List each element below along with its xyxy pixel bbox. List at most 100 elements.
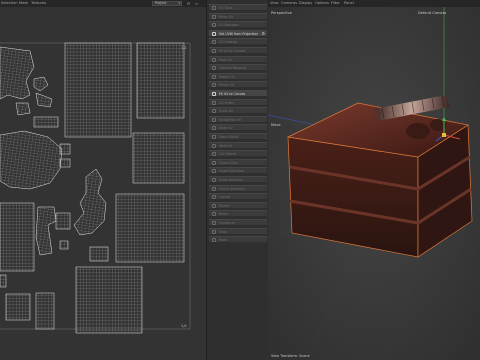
tool-label: Cut Seams bbox=[219, 152, 237, 157]
tool-label: Distort bbox=[219, 203, 230, 208]
tool-button[interactable]: Cut Seams bbox=[209, 150, 267, 157]
tool-icon bbox=[212, 57, 216, 62]
tool-icon bbox=[212, 14, 216, 19]
tool-button[interactable]: UV Tools bbox=[209, 4, 267, 10]
tool-icon bbox=[212, 135, 216, 139]
tool-icon bbox=[212, 160, 216, 165]
tool-label: UV Tools bbox=[219, 6, 233, 10]
tool-button[interactable]: Fit UV to Canvas bbox=[209, 90, 267, 96]
tool-label: Set UVW from Projection bbox=[219, 31, 259, 36]
tool-label: UV Unwrap bbox=[219, 40, 237, 45]
tool-icon bbox=[212, 100, 216, 105]
viewport-scene[interactable]: Perspective Default Camera Move View Tra… bbox=[268, 7, 480, 360]
tool-label: Fit UV to Canvas bbox=[219, 49, 246, 53]
menu-mesh[interactable]: Mesh bbox=[19, 1, 28, 6]
uv-shells bbox=[0, 42, 185, 334]
tool-button[interactable]: Stack Shells bbox=[209, 133, 267, 139]
menu-icon[interactable]: ≡ bbox=[194, 1, 199, 6]
tool-button[interactable]: Scale UV bbox=[209, 107, 267, 114]
tool-icon bbox=[212, 117, 216, 122]
tool-icon bbox=[212, 221, 216, 225]
settings-icon[interactable]: ⚙ bbox=[186, 1, 191, 6]
tool-label: Stack Shells bbox=[219, 135, 239, 139]
tool-button[interactable]: UV Manager bbox=[209, 21, 267, 28]
tool-icon bbox=[212, 49, 216, 53]
project-dropdown[interactable]: Project ▾ bbox=[152, 1, 182, 6]
tool-icon bbox=[212, 126, 216, 131]
tool-label: Rotate UV bbox=[219, 74, 235, 79]
menu-textures[interactable]: Textures bbox=[31, 1, 46, 6]
tool-button[interactable]: Shrink Selection bbox=[209, 184, 267, 191]
tool-icon bbox=[212, 195, 216, 200]
uv-tool-panel: UV Tools Relax UV UV Manager Set UVW from P… bbox=[206, 0, 268, 360]
tool-icon bbox=[212, 83, 216, 88]
tool-label: Grow Selection bbox=[219, 178, 243, 182]
tool-button[interactable]: Distort bbox=[209, 201, 267, 208]
tool-button[interactable]: Relax UV bbox=[209, 12, 267, 19]
tool-button[interactable]: Layout bbox=[209, 193, 267, 200]
viewport-menu-filter[interactable]: Filter bbox=[331, 1, 340, 6]
tool-icon bbox=[212, 212, 216, 217]
tool-button[interactable]: Transform bbox=[209, 219, 267, 225]
viewport-mode-label: Perspective bbox=[271, 11, 293, 15]
tool-icon bbox=[212, 186, 216, 191]
tool-button[interactable]: Relax bbox=[209, 210, 267, 217]
tool-label: Optimal Mapping bbox=[219, 66, 247, 71]
viewport-menu-options[interactable]: Options bbox=[315, 1, 329, 6]
tool-label: Scale UV bbox=[219, 109, 234, 114]
tool-button[interactable]: Mirror UV bbox=[209, 81, 267, 88]
tool-icon bbox=[212, 66, 216, 71]
tool-button[interactable]: Rotate UV bbox=[209, 72, 267, 79]
tool-button[interactable]: Optimal Mapping bbox=[209, 64, 267, 71]
viewport-camera-label[interactable]: Default Camera bbox=[418, 11, 446, 15]
tool-label: Mirror UV bbox=[219, 83, 234, 88]
tool-icon bbox=[212, 31, 216, 36]
viewport-menu-bar: View Cameras Display Options Filter Pane… bbox=[268, 0, 480, 7]
tool-icon bbox=[212, 74, 216, 79]
viewport-move-label: Move bbox=[271, 123, 281, 127]
tool-label: Invert Selection bbox=[219, 169, 245, 174]
chevron-down-icon: ▾ bbox=[178, 1, 180, 5]
tool-icon bbox=[212, 238, 216, 243]
tool-icon bbox=[212, 6, 216, 10]
tool-button[interactable]: Snap bbox=[209, 227, 267, 234]
tool-icon bbox=[212, 178, 216, 182]
tool-label: Fit UV to Canvas bbox=[219, 92, 246, 96]
gear-icon[interactable]: ⚙ bbox=[261, 31, 265, 37]
tool-button[interactable]: Weld UV bbox=[209, 141, 267, 148]
viewport-menu-view[interactable]: View bbox=[270, 1, 279, 6]
3d-viewport[interactable]: Perspective Default Camera Move View Tra… bbox=[268, 7, 480, 360]
tool-icon bbox=[212, 92, 216, 96]
viewport-menu-cameras[interactable]: Cameras bbox=[281, 1, 297, 6]
tool-label: Texel bbox=[219, 238, 227, 243]
tool-button[interactable]: Select Shell bbox=[209, 158, 267, 165]
uv-canvas[interactable]: 1,1 1,0 bbox=[0, 7, 206, 360]
tool-label: Straighten UV bbox=[219, 117, 242, 122]
tool-button[interactable]: Grow Selection bbox=[209, 176, 267, 182]
viewport-footer: View Transform: Scene bbox=[271, 354, 310, 358]
tool-button[interactable]: UV Unwrap bbox=[209, 38, 267, 45]
tool-label: Weld UV bbox=[219, 143, 233, 148]
tool-label: Snap bbox=[219, 229, 228, 234]
tool-button[interactable]: Texel bbox=[209, 236, 267, 243]
tool-button[interactable]: Set UVW from Projection ⚙ bbox=[209, 29, 267, 37]
tool-icon bbox=[212, 23, 216, 28]
tool-button[interactable]: Pack UV bbox=[209, 55, 267, 62]
tool-button[interactable]: Align UV bbox=[209, 124, 267, 131]
menu-selection[interactable]: Selection bbox=[1, 1, 18, 6]
tool-button[interactable]: UV Shells bbox=[209, 98, 267, 105]
project-dropdown-value: Project bbox=[155, 1, 167, 5]
tool-label: Pack UV bbox=[219, 57, 232, 62]
uv-editor[interactable]: 1,1 1,0 bbox=[0, 7, 206, 360]
tool-label: UV Shells bbox=[219, 100, 234, 105]
viewport-menu-display[interactable]: Display bbox=[299, 1, 312, 6]
tool-button[interactable]: Invert Selection bbox=[209, 167, 267, 174]
tool-icon bbox=[212, 152, 216, 157]
viewport-menu-panel[interactable]: Panel bbox=[344, 1, 354, 6]
tool-icon bbox=[212, 109, 216, 114]
tool-label: Layout bbox=[219, 195, 230, 200]
tool-button[interactable]: Fit UV to Canvas bbox=[209, 47, 267, 53]
tool-button[interactable]: Straighten UV bbox=[209, 115, 267, 122]
uv-corner-top-right: 1,1 bbox=[181, 46, 186, 50]
tool-icon bbox=[212, 203, 216, 208]
